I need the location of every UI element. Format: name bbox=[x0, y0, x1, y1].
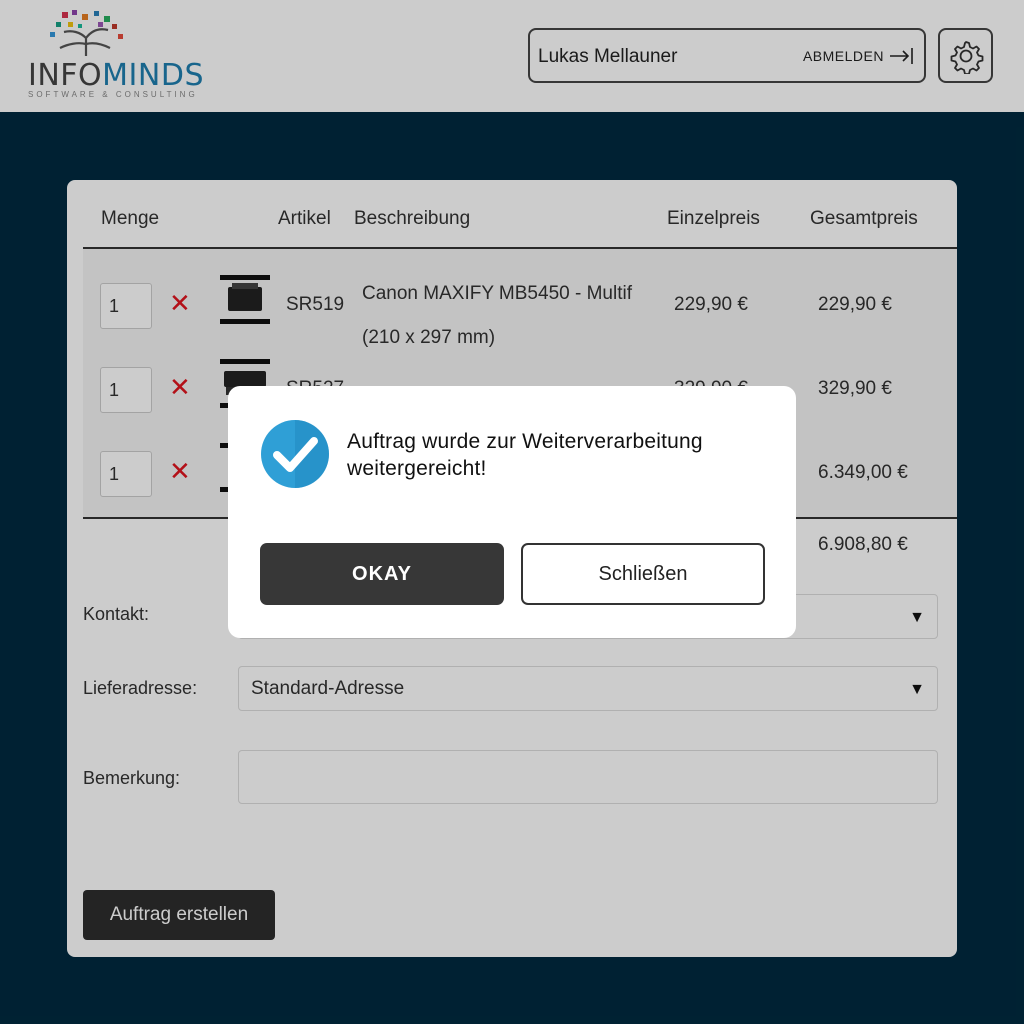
check-circle-icon bbox=[261, 420, 329, 488]
success-dialog: Auftrag wurde zur Weiterverarbeitung wei… bbox=[228, 386, 796, 638]
close-button[interactable]: Schließen bbox=[521, 543, 765, 605]
dialog-message: Auftrag wurde zur Weiterverarbeitung wei… bbox=[347, 430, 703, 480]
okay-button[interactable]: OKAY bbox=[260, 543, 504, 605]
